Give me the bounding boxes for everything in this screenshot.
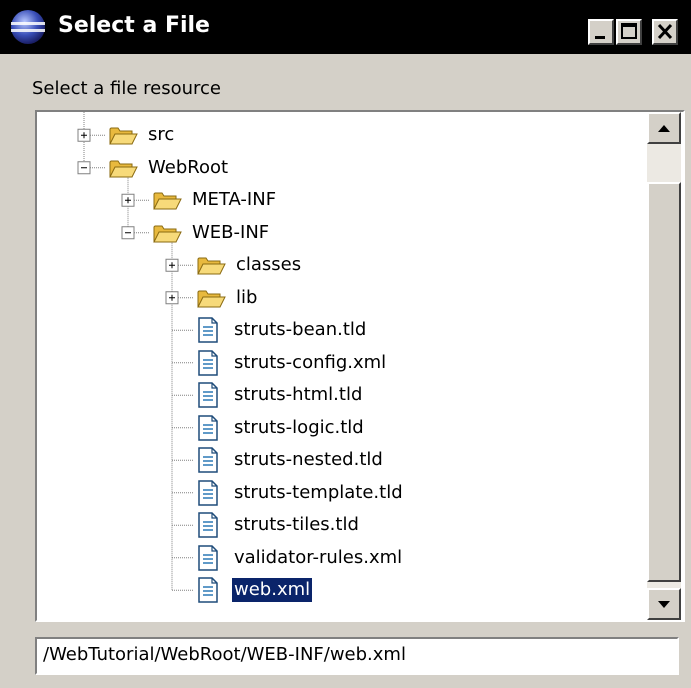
text-file-icon	[198, 577, 218, 603]
text-file-icon	[198, 415, 218, 441]
scroll-up-button[interactable]	[647, 112, 681, 144]
tree-folder-node[interactable]: src	[108, 120, 176, 150]
folder-icon	[109, 160, 138, 178]
tree-folder-node[interactable]: classes	[196, 250, 303, 280]
text-file-icon	[198, 447, 218, 473]
tree-node-label: validator-rules.xml	[234, 546, 403, 568]
tree-file-node[interactable]: web.xml	[196, 575, 314, 605]
tree-node-label: classes	[236, 254, 302, 276]
tree-node-label: WEB-INF	[192, 221, 270, 243]
text-file-icon	[198, 382, 218, 408]
tree-node-label: web.xml	[230, 577, 314, 604]
tree-file-node[interactable]: validator-rules.xml	[196, 543, 404, 573]
selected-path-field[interactable]: /WebTutorial/WebRoot/WEB-INF/web.xml	[35, 637, 679, 675]
collapse-minus-icon[interactable]	[77, 161, 91, 175]
tree-file-node[interactable]: struts-html.tld	[196, 380, 364, 410]
maximize-button[interactable]	[616, 19, 642, 45]
file-tree[interactable]: src WebRoot META-INF WEB-INF classes lib strut…	[35, 110, 685, 622]
close-icon	[657, 23, 673, 40]
folder-icon	[153, 225, 182, 243]
minimize-button[interactable]	[588, 19, 614, 45]
tree-node-label: struts-bean.tld	[234, 319, 367, 341]
tree-file-node[interactable]: struts-logic.tld	[196, 413, 366, 443]
tree-node-label: lib	[236, 286, 258, 308]
close-button[interactable]	[652, 19, 678, 45]
tree-node-label: WebRoot	[148, 156, 229, 178]
tree-file-node[interactable]: struts-config.xml	[196, 348, 388, 378]
tree-node-label: META-INF	[192, 189, 277, 211]
maximize-icon	[621, 23, 637, 39]
tree-node-label: struts-template.tld	[234, 481, 403, 503]
tree-folder-node[interactable]: lib	[196, 283, 259, 313]
vertical-scrollbar[interactable]	[647, 112, 681, 620]
expand-plus-icon[interactable]	[77, 128, 91, 142]
folder-icon	[109, 127, 138, 145]
expand-plus-icon[interactable]	[165, 258, 179, 272]
eclipse-globe-icon	[8, 7, 48, 47]
tree-node-label: src	[148, 124, 175, 146]
tree-node-label: struts-tiles.tld	[234, 514, 359, 536]
tree-folder-node[interactable]: META-INF	[152, 185, 278, 215]
minimize-icon	[595, 36, 605, 39]
tree-node-label: struts-nested.tld	[234, 449, 383, 471]
text-file-icon	[198, 512, 218, 538]
dialog-prompt: Select a file resource	[32, 78, 221, 99]
tree-folder-node[interactable]: WebRoot	[108, 153, 230, 183]
folder-icon	[153, 192, 182, 210]
scroll-thumb[interactable]	[647, 182, 681, 582]
text-file-icon	[198, 545, 218, 571]
tree-file-node[interactable]: struts-bean.tld	[196, 315, 368, 345]
tree-node-label: struts-html.tld	[234, 384, 363, 406]
tree-file-node[interactable]: struts-template.tld	[196, 478, 405, 508]
tree-folder-node[interactable]: WEB-INF	[152, 218, 271, 248]
window-title: Select a File	[58, 13, 210, 38]
expand-plus-icon[interactable]	[121, 193, 135, 207]
arrow-up-icon	[658, 125, 670, 132]
tree-file-node[interactable]: struts-tiles.tld	[196, 510, 361, 540]
collapse-minus-icon[interactable]	[121, 226, 135, 240]
tree-node-label: struts-config.xml	[234, 351, 387, 373]
scroll-down-button[interactable]	[647, 588, 681, 620]
arrow-down-icon	[658, 601, 670, 608]
title-bar[interactable]: Select a File	[0, 0, 691, 54]
text-file-icon	[198, 350, 218, 376]
folder-icon	[197, 257, 226, 275]
expand-plus-icon[interactable]	[165, 291, 179, 305]
text-file-icon	[198, 480, 218, 506]
text-file-icon	[198, 317, 218, 343]
tree-viewport[interactable]: src WebRoot META-INF WEB-INF classes lib strut…	[37, 112, 647, 620]
tree-node-label: struts-logic.tld	[234, 416, 364, 438]
folder-icon	[197, 290, 226, 308]
tree-file-node[interactable]: struts-nested.tld	[196, 445, 385, 475]
